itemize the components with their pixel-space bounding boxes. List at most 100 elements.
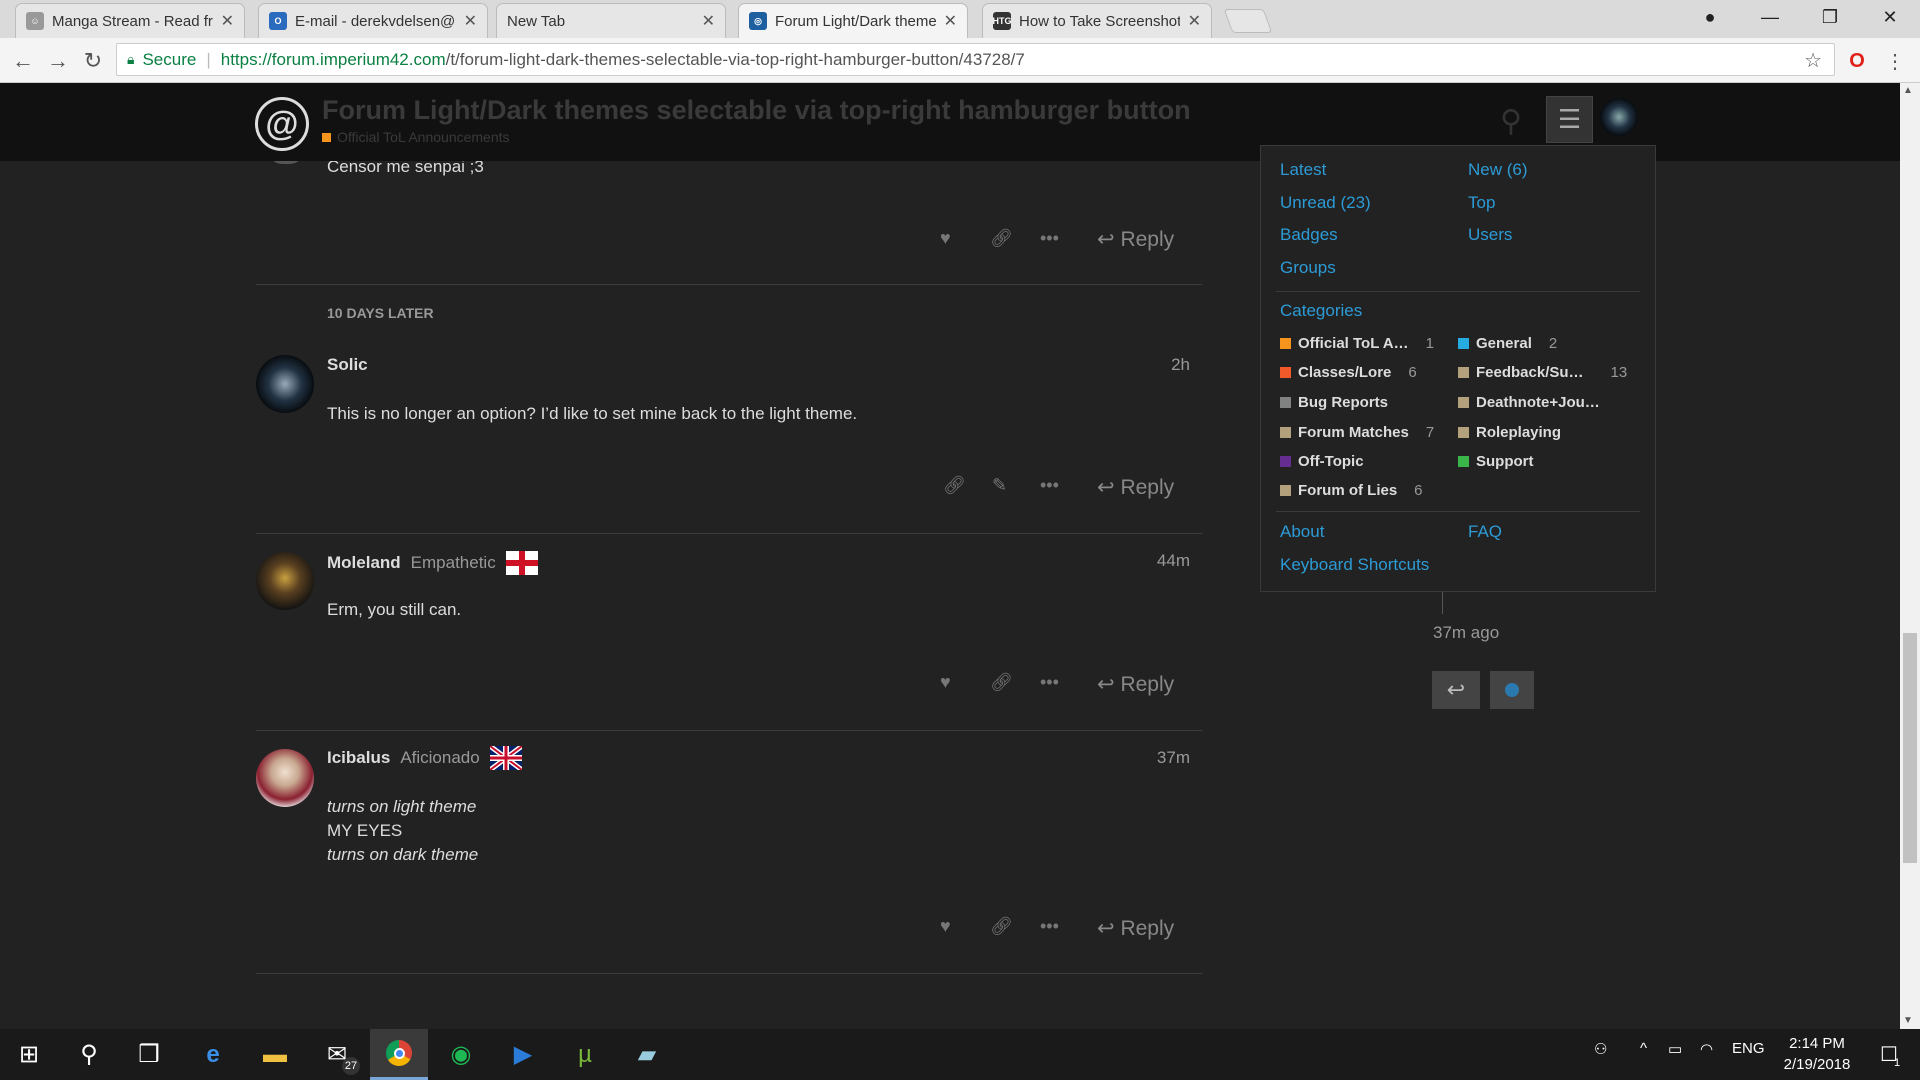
opera-extension-icon[interactable]: O [1842, 46, 1872, 76]
spotify-icon[interactable]: ◉ [432, 1029, 490, 1080]
more-icon[interactable]: ••• [1040, 475, 1059, 496]
language-indicator[interactable]: ENG [1732, 1040, 1765, 1057]
url-text[interactable]: https://forum.imperium42.com/t/forum-lig… [221, 50, 1025, 70]
menu-link-users[interactable]: Users [1468, 225, 1512, 245]
heart-icon[interactable]: ♥ [940, 228, 951, 249]
link-icon[interactable]: 🔗︎ [990, 916, 1013, 937]
menu-link-badges[interactable]: Badges [1280, 225, 1338, 245]
file-explorer-icon[interactable]: ▬ [246, 1029, 304, 1080]
edit-pencil-icon[interactable]: ✎ [992, 475, 1007, 496]
avatar[interactable] [256, 355, 314, 413]
windows-start-icon[interactable]: ⊞ [0, 1029, 58, 1080]
more-icon[interactable]: ••• [1040, 916, 1059, 937]
more-icon[interactable]: ••• [1040, 672, 1059, 693]
search-icon[interactable]: ⚲ [1500, 104, 1522, 139]
topic-title[interactable]: Forum Light/Dark themes selectable via t… [322, 95, 1191, 126]
category-classes-lore[interactable]: Classes/Lore 6 [1280, 364, 1417, 381]
new-tab-button[interactable] [1223, 9, 1273, 33]
menu-link-categories[interactable]: Categories [1280, 301, 1362, 321]
tab-manga-stream[interactable]: ☺ Manga Stream - Read fre ✕ [15, 3, 245, 38]
menu-dots-icon[interactable]: ⋮ [1880, 46, 1910, 76]
current-user-avatar[interactable] [1600, 98, 1638, 136]
app-icon[interactable]: ▰ [618, 1029, 676, 1080]
category-forum-of-lies[interactable]: Forum of Lies 6 [1280, 482, 1423, 499]
search-icon[interactable]: ⚲ [60, 1029, 118, 1080]
chrome-icon[interactable] [370, 1029, 428, 1080]
link-icon[interactable]: 🔗︎ [990, 672, 1013, 693]
tab-email[interactable]: O E-mail - derekvdelsen@ ✕ [258, 3, 488, 38]
hamburger-menu-button[interactable]: ☰ [1546, 96, 1593, 143]
category-general[interactable]: General 2 [1458, 335, 1557, 352]
timeline-notification-button[interactable] [1490, 671, 1534, 709]
post-time[interactable]: 44m [1140, 551, 1190, 571]
utorrent-icon[interactable]: µ [556, 1029, 614, 1080]
wifi-icon[interactable]: ◠ [1700, 1040, 1713, 1058]
close-icon[interactable]: ✕ [944, 11, 957, 31]
close-icon[interactable]: ✕ [1188, 11, 1201, 31]
reply-button[interactable]: ↩ Reply [1097, 672, 1174, 697]
reply-button[interactable]: ↩ Reply [1097, 227, 1174, 252]
window-close-button[interactable]: ✕ [1860, 0, 1920, 34]
category-forum-matches[interactable]: Forum Matches 7 [1280, 424, 1434, 441]
menu-link-faq[interactable]: FAQ [1468, 522, 1502, 542]
show-hidden-icons-chevron[interactable]: ^ [1640, 1040, 1647, 1057]
category-roleplaying[interactable]: Roleplaying [1458, 424, 1561, 441]
category-bug-reports[interactable]: Bug Reports [1280, 394, 1388, 411]
menu-link-groups[interactable]: Groups [1280, 258, 1336, 278]
topic-category[interactable]: Official ToL Announcements [322, 129, 510, 145]
reply-button[interactable]: ↩ Reply [1097, 916, 1174, 941]
scrollbar-thumb[interactable] [1903, 633, 1917, 863]
category-off-topic[interactable]: Off-Topic [1280, 453, 1364, 470]
menu-link-unread[interactable]: Unread (23) [1280, 193, 1371, 213]
post-time[interactable]: 37m [1140, 748, 1190, 768]
address-bar[interactable]: 🔒︎ Secure | https://forum.imperium42.com… [116, 43, 1835, 76]
heart-icon[interactable]: ♥ [940, 916, 951, 937]
avatar[interactable] [256, 552, 314, 610]
link-icon[interactable]: 🔗︎ [990, 228, 1013, 249]
star-icon[interactable]: ☆ [1804, 48, 1822, 73]
site-logo[interactable]: @ [255, 97, 309, 151]
forward-arrow-icon[interactable]: → [43, 46, 73, 76]
menu-link-keyboard-shortcuts[interactable]: Keyboard Shortcuts [1280, 555, 1429, 575]
tab-forum-active[interactable]: ◎ Forum Light/Dark theme ✕ [738, 3, 968, 38]
timeline-reply-button[interactable]: ↩ [1432, 671, 1480, 709]
category-official-tol[interactable]: Official ToL A… 1 [1280, 335, 1434, 352]
powershell-icon[interactable]: ▶ [494, 1029, 552, 1080]
restore-button[interactable]: ❐ [1800, 0, 1860, 34]
system-clock[interactable]: 2:14 PM 2/19/2018 [1772, 1033, 1862, 1075]
edge-icon[interactable]: e [184, 1029, 242, 1080]
menu-link-top[interactable]: Top [1468, 193, 1495, 213]
battery-icon[interactable]: ▭ [1668, 1040, 1682, 1058]
minimize-button[interactable]: — [1740, 0, 1800, 34]
username[interactable]: Solic [327, 355, 368, 375]
heart-icon[interactable]: ♥ [940, 672, 951, 693]
tab-new-tab[interactable]: New Tab ✕ [496, 3, 726, 38]
action-center-icon[interactable]: ☐ 1 [1860, 1029, 1918, 1080]
category-support[interactable]: Support [1458, 453, 1534, 470]
avatar[interactable] [256, 749, 314, 807]
reload-icon[interactable]: ↻ [78, 46, 108, 76]
category-feedback[interactable]: Feedback/Su… 13 [1458, 364, 1627, 381]
username[interactable]: Icibalus [327, 748, 390, 768]
scroll-down-icon[interactable]: ▼ [1903, 1015, 1913, 1026]
category-deathnote[interactable]: Deathnote+Jou… [1458, 394, 1600, 411]
reply-button[interactable]: ↩ Reply [1097, 475, 1174, 500]
scrollbar-track[interactable] [1900, 83, 1920, 1029]
people-icon[interactable]: ⚇ [1594, 1040, 1607, 1058]
menu-link-about[interactable]: About [1280, 522, 1324, 542]
menu-link-new[interactable]: New (6) [1468, 160, 1528, 180]
close-icon[interactable]: ✕ [221, 11, 234, 31]
username[interactable]: Moleland [327, 553, 401, 573]
scroll-up-icon[interactable]: ▲ [1903, 85, 1913, 96]
close-icon[interactable]: ✕ [702, 11, 715, 31]
task-view-icon[interactable]: ❒ [120, 1029, 178, 1080]
tab-how-to-screenshot[interactable]: HTG How to Take Screenshots ✕ [982, 3, 1212, 38]
mail-icon[interactable]: ✉ 27 [308, 1029, 366, 1080]
link-icon[interactable]: 🔗︎ [943, 475, 966, 496]
profile-icon[interactable]: ● [1680, 0, 1740, 34]
more-icon[interactable]: ••• [1040, 228, 1059, 249]
back-arrow-icon[interactable]: ← [8, 46, 38, 76]
post-time[interactable]: 2h [1150, 355, 1190, 375]
menu-link-latest[interactable]: Latest [1280, 160, 1326, 180]
close-icon[interactable]: ✕ [464, 11, 477, 31]
